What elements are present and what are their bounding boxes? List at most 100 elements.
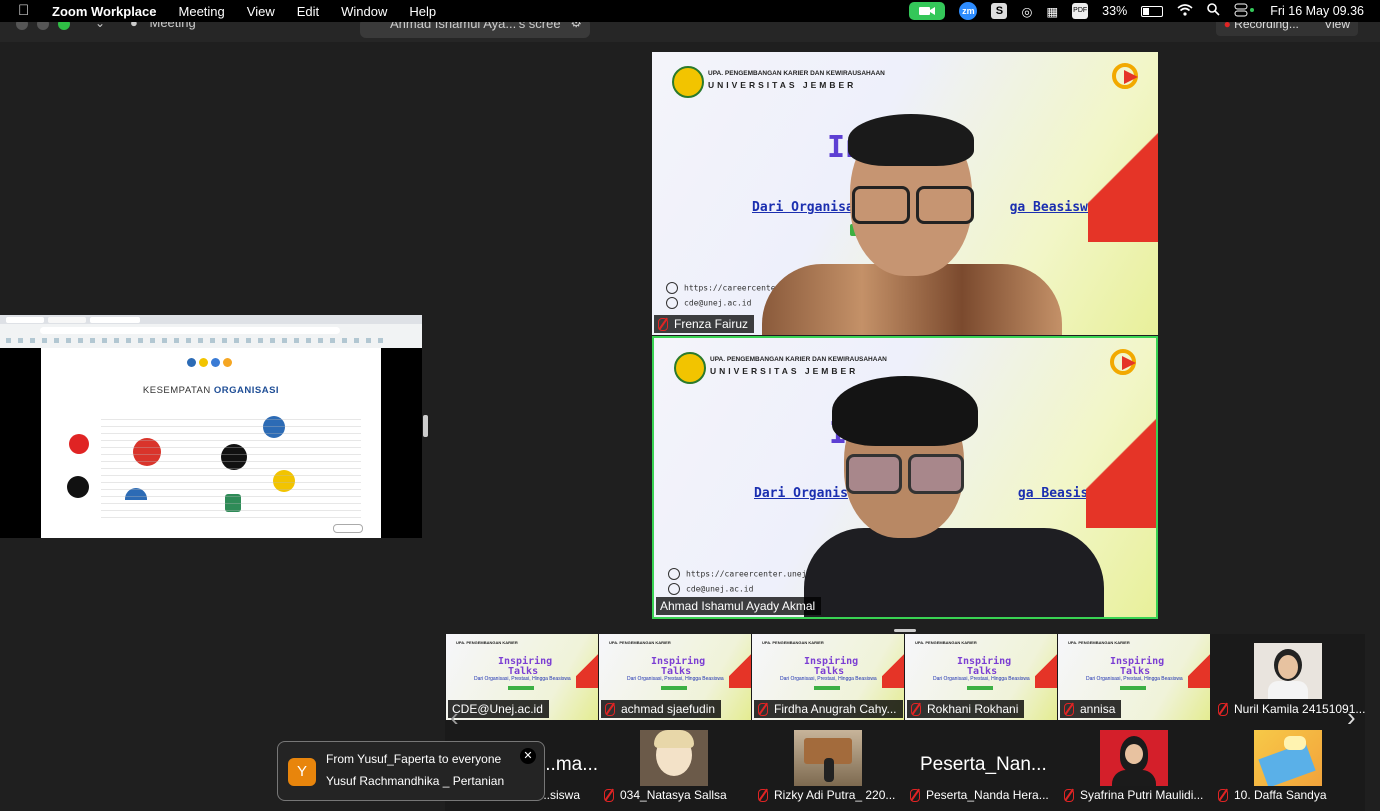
- banner-decor: [1086, 398, 1156, 528]
- menu-edit[interactable]: Edit: [297, 4, 319, 19]
- view-button[interactable]: View: [1324, 22, 1350, 31]
- mic-off-icon: [910, 788, 920, 802]
- battery-icon[interactable]: [1141, 5, 1164, 17]
- chat-notification[interactable]: Y From Yusuf_Faperta to everyone Yusuf R…: [277, 741, 545, 801]
- slide-title: KESEMPATAN ORGANISASI: [142, 385, 280, 396]
- battery-percent: 33%: [1102, 4, 1128, 18]
- cde-logo-icon: [1110, 349, 1136, 375]
- wifi-icon[interactable]: [1177, 3, 1193, 19]
- zoom-status-icon[interactable]: zm: [959, 2, 978, 20]
- control-center-icon[interactable]: [1234, 3, 1256, 20]
- unej-logo-icon: [674, 352, 706, 384]
- menu-window[interactable]: Window: [341, 4, 387, 19]
- thumb-org: UPA. PENGEMBANGAN KARIER: [915, 640, 977, 645]
- search-icon[interactable]: [1207, 3, 1220, 19]
- close-icon[interactable]: ✕: [520, 748, 536, 764]
- recording-label: Recording...: [1234, 22, 1299, 31]
- participant-label[interactable]: 10. Daffa Sandya: [1218, 788, 1327, 802]
- participant-label[interactable]: Rizky Adi Putra_ 220...: [758, 788, 895, 802]
- participant-avatar[interactable]: [1254, 643, 1322, 699]
- chevron-down-icon[interactable]: ⌄: [95, 22, 105, 30]
- participant-avatar[interactable]: [640, 730, 708, 786]
- participant-label[interactable]: 034_Natasya Sallsa: [604, 788, 727, 802]
- pdf-icon[interactable]: PDF: [1072, 3, 1089, 19]
- mail-icon: [666, 297, 678, 309]
- mic-off-icon: [1064, 702, 1074, 716]
- sender-avatar: Y: [288, 758, 316, 786]
- participant-big-name: Peserta_Nan...: [920, 754, 1047, 775]
- menu-meeting[interactable]: Meeting: [179, 4, 225, 19]
- participant-name-tag: achmad sjaefudin: [601, 700, 722, 718]
- shared-screen[interactable]: KESEMPATAN ORGANISASI: [0, 315, 422, 538]
- org-name-top: UPA. PENGEMBANGAN KARIER DAN KEWIRAUSAHA…: [710, 356, 887, 363]
- app-name-menu[interactable]: Zoom Workplace: [52, 4, 157, 19]
- participant-avatar[interactable]: [1100, 730, 1168, 786]
- mic-off-icon: [604, 788, 614, 802]
- participant-big-name: ...ma...: [540, 754, 599, 775]
- mic-off-icon: [605, 702, 615, 716]
- shared-slide: KESEMPATAN ORGANISASI: [41, 348, 381, 538]
- participant-label[interactable]: Peserta_Nanda Hera...: [910, 788, 1049, 802]
- menu-bar:  Zoom Workplace Meeting View Edit Windo…: [0, 0, 1380, 22]
- minimize-window-button[interactable]: [37, 22, 49, 30]
- apple-icon[interactable]: : [18, 3, 32, 19]
- mic-off-icon: [658, 317, 668, 331]
- participant-label[interactable]: Syafrina Putri Maulidi...: [1064, 788, 1203, 802]
- strip-resize-handle[interactable]: [894, 629, 916, 632]
- meeting-label: Meeting: [149, 22, 196, 30]
- clock[interactable]: Fri 16 May 09.36: [1270, 4, 1364, 18]
- mic-off-icon: [1218, 788, 1228, 802]
- chevron-left-icon[interactable]: ‹: [450, 702, 459, 733]
- chat-from: From Yusuf_Faperta to everyone: [326, 752, 502, 766]
- org-name-bottom: UNIVERSITAS JEMBER: [710, 366, 859, 376]
- participant-label[interactable]: ...siswa: [540, 788, 580, 802]
- share-tab-label: Ahmad Ishamul Aya...'s scree: [390, 22, 561, 31]
- chevron-right-icon[interactable]: ›: [1347, 702, 1356, 733]
- thumb-org: UPA. PENGEMBANGAN KARIER: [456, 640, 518, 645]
- video-tile-frenza[interactable]: UPA. PENGEMBANGAN KARIER DAN KEWIRAUSAHA…: [652, 52, 1158, 335]
- meeting-menu[interactable]: ● Meeting: [130, 22, 196, 29]
- close-window-button[interactable]: [16, 22, 28, 30]
- thumb-subtitle: Dari Organisasi, Prestasi, Hingga Beasis…: [933, 676, 1030, 682]
- cde-logo-icon: [1112, 63, 1138, 89]
- participant-avatar[interactable]: [794, 730, 862, 786]
- menu-help[interactable]: Help: [409, 4, 436, 19]
- participant-name-tag: CDE@Unej.ac.id: [448, 700, 549, 718]
- s-app-icon[interactable]: S: [991, 3, 1008, 19]
- keyboard-icon[interactable]: ▦: [1046, 4, 1058, 19]
- participant-name: Frenza Fairuz: [674, 317, 749, 331]
- camera-status-icon[interactable]: [909, 2, 946, 20]
- participant-thumb[interactable]: UPA. PENGEMBANGAN KARIER Inspiring Talks…: [1058, 634, 1210, 720]
- participant-label[interactable]: Nuril Kamila 24151091...: [1218, 702, 1365, 716]
- participant-name-tag: Firdha Anugrah Cahy...: [754, 700, 903, 718]
- thumb-subtitle: Dari Organisasi, Prestasi, Hingga Beasis…: [1086, 676, 1183, 682]
- participant-thumb[interactable]: UPA. PENGEMBANGAN KARIER Inspiring Talks…: [446, 634, 598, 720]
- fullscreen-window-button[interactable]: [58, 22, 70, 30]
- video-tile-ahmad[interactable]: UPA. PENGEMBANGAN KARIER DAN KEWIRAUSAHA…: [652, 336, 1158, 619]
- chat-message: Yusuf Rachmandhika _ Pertanian: [326, 774, 505, 788]
- shared-browser-chrome: [0, 315, 422, 348]
- zoom-window-toolbar: ⌄ ● Meeting Ahmad Ishamul Aya...'s scree…: [0, 22, 1380, 42]
- banner-decor: [1088, 112, 1158, 242]
- participant-name-tag: Frenza Fairuz: [654, 315, 755, 333]
- people-icon: ●: [130, 22, 138, 30]
- mic-off-icon: [758, 702, 768, 716]
- menu-view[interactable]: View: [247, 4, 275, 19]
- splitter-handle[interactable]: [423, 415, 428, 437]
- participant-thumb[interactable]: UPA. PENGEMBANGAN KARIER Inspiring Talks…: [752, 634, 904, 720]
- participant-name-tag: annisa: [1060, 700, 1122, 718]
- banner-email: cde@unej.ac.id: [666, 297, 751, 309]
- thumb-subtitle: Dari Organisasi, Prestasi, Hingga Beasis…: [627, 676, 724, 682]
- banner-email: cde@unej.ac.id: [668, 583, 753, 595]
- mic-off-icon: [911, 702, 921, 716]
- participant-name: Ahmad Ishamul Ayady Akmal: [660, 599, 816, 613]
- sync-icon[interactable]: ◎: [1021, 4, 1032, 19]
- participant-thumb[interactable]: UPA. PENGEMBANGAN KARIER Inspiring Talks…: [599, 634, 751, 720]
- thumb-org: UPA. PENGEMBANGAN KARIER: [1068, 640, 1130, 645]
- participant-thumb[interactable]: UPA. PENGEMBANGAN KARIER Inspiring Talks…: [905, 634, 1057, 720]
- screen-share-tab[interactable]: Ahmad Ishamul Aya...'s scree ⚙: [360, 22, 590, 38]
- org-name-top: UPA. PENGEMBANGAN KARIER DAN KEWIRAUSAHA…: [708, 70, 885, 77]
- share-options-icon[interactable]: ⚙: [570, 22, 582, 29]
- recording-indicator[interactable]: ● Recording... View: [1215, 22, 1358, 36]
- participant-avatar[interactable]: [1254, 730, 1322, 786]
